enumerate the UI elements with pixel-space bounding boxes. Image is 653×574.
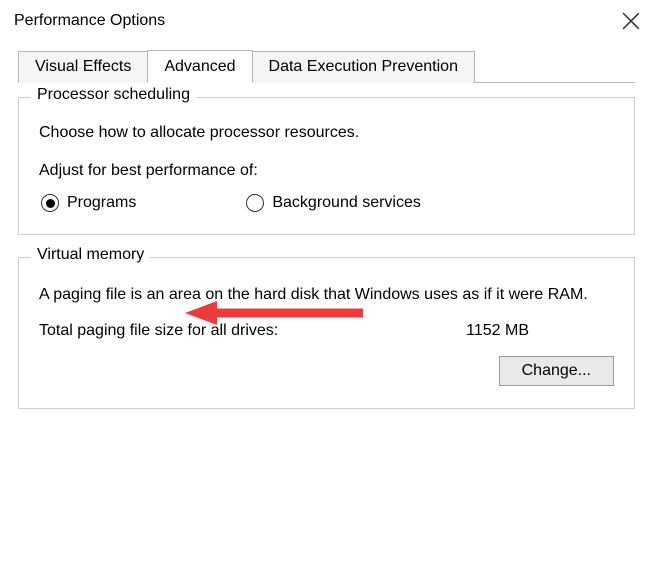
radio-icon bbox=[246, 194, 264, 212]
titlebar: Performance Options bbox=[0, 0, 653, 38]
radio-label: Programs bbox=[67, 194, 136, 212]
radio-group-performance: Programs Background services bbox=[39, 194, 614, 212]
tab-visual-effects[interactable]: Visual Effects bbox=[18, 51, 148, 83]
tab-data-execution-prevention[interactable]: Data Execution Prevention bbox=[252, 51, 475, 83]
virtual-memory-description: A paging file is an area on the hard dis… bbox=[39, 284, 614, 306]
radio-background-services[interactable]: Background services bbox=[246, 194, 421, 212]
groupbox-legend: Processor scheduling bbox=[31, 86, 196, 104]
change-button[interactable]: Change... bbox=[499, 356, 614, 386]
groupbox-processor-scheduling: Processor scheduling Choose how to alloc… bbox=[18, 97, 635, 235]
radio-label: Background services bbox=[272, 194, 421, 212]
radio-icon bbox=[41, 194, 59, 212]
processor-description: Choose how to allocate processor resourc… bbox=[39, 124, 614, 142]
groupbox-virtual-memory: Virtual memory A paging file is an area … bbox=[18, 257, 635, 409]
paging-size-value: 1152 MB bbox=[466, 322, 529, 340]
tab-panel-advanced: Processor scheduling Choose how to alloc… bbox=[18, 97, 635, 409]
tab-advanced[interactable]: Advanced bbox=[147, 50, 252, 83]
close-button[interactable] bbox=[609, 4, 653, 38]
window-title: Performance Options bbox=[14, 12, 165, 30]
tab-bar: Visual Effects Advanced Data Execution P… bbox=[18, 50, 635, 83]
adjust-label: Adjust for best performance of: bbox=[39, 162, 614, 180]
radio-programs[interactable]: Programs bbox=[41, 194, 136, 212]
paging-size-label: Total paging file size for all drives: bbox=[39, 322, 278, 340]
close-icon bbox=[622, 12, 640, 30]
groupbox-legend: Virtual memory bbox=[31, 246, 150, 264]
